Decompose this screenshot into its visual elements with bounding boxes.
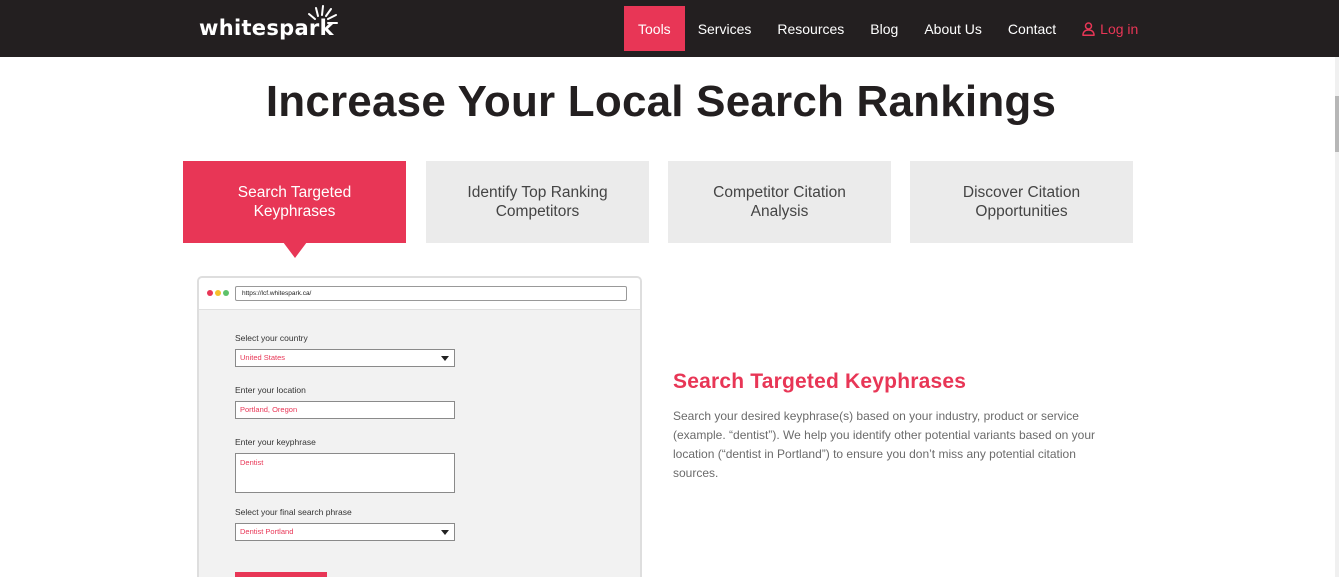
keyphrase-label: Enter your keyphrase	[235, 437, 316, 447]
mock-submit-button	[235, 572, 327, 577]
spark-icon	[308, 5, 338, 24]
main-nav: Tools Services Resources Blog About Us C…	[624, 6, 1151, 51]
nav-item-resources[interactable]: Resources	[764, 6, 857, 51]
country-select: United States	[235, 349, 455, 367]
user-icon	[1082, 21, 1095, 36]
whitespark-logo[interactable]: whitespark	[199, 5, 338, 41]
maximize-dot-icon	[223, 290, 229, 296]
keyphrase-field: Dentist	[235, 453, 455, 493]
tab-discover-citation-opportunities[interactable]: Discover Citation Opportunities	[910, 161, 1133, 243]
location-field: Portland, Oregon	[235, 401, 455, 419]
feature-title: Search Targeted Keyphrases	[673, 370, 967, 393]
login-link[interactable]: Log in	[1069, 6, 1151, 51]
keyphrase-value: Dentist	[240, 458, 264, 467]
chevron-down-icon	[441, 356, 449, 361]
location-label: Enter your location	[235, 385, 306, 395]
login-label: Log in	[1100, 20, 1139, 37]
nav-item-services[interactable]: Services	[685, 6, 765, 51]
close-dot-icon	[207, 290, 213, 296]
final-phrase-value: Dentist Portland	[240, 527, 294, 536]
tab-competitor-citation-analysis[interactable]: Competitor Citation Analysis	[668, 161, 891, 243]
chevron-down-icon	[441, 530, 449, 535]
scrollbar-thumb[interactable]	[1335, 96, 1339, 152]
browser-address-bar: https://lcf.whitespark.ca/	[235, 286, 627, 301]
final-phrase-select: Dentist Portland	[235, 523, 455, 541]
location-value: Portland, Oregon	[240, 405, 298, 414]
nav-item-tools[interactable]: Tools	[624, 6, 685, 51]
browser-toolbar: https://lcf.whitespark.ca/	[199, 278, 640, 310]
country-label: Select your country	[235, 333, 308, 343]
tool-preview-browser: https://lcf.whitespark.ca/ Select your c…	[197, 276, 642, 577]
active-tab-indicator	[283, 242, 307, 258]
page-title: Increase Your Local Search Rankings	[265, 77, 1057, 126]
nav-item-about-us[interactable]: About Us	[911, 6, 995, 51]
tab-identify-top-ranking-competitors[interactable]: Identify Top Ranking Competitors	[426, 161, 649, 243]
country-value: United States	[240, 353, 286, 362]
nav-item-contact[interactable]: Contact	[995, 6, 1069, 51]
feature-description: Search your desired keyphrase(s) based o…	[673, 409, 1096, 480]
minimize-dot-icon	[215, 290, 221, 296]
nav-item-blog[interactable]: Blog	[857, 6, 911, 51]
top-navbar: whitespark Tools Services Resources Blog…	[0, 0, 1339, 57]
final-phrase-label: Select your final search phrase	[235, 507, 352, 517]
tab-search-targeted-keyphrases[interactable]: Search Targeted Keyphrases	[183, 161, 406, 243]
